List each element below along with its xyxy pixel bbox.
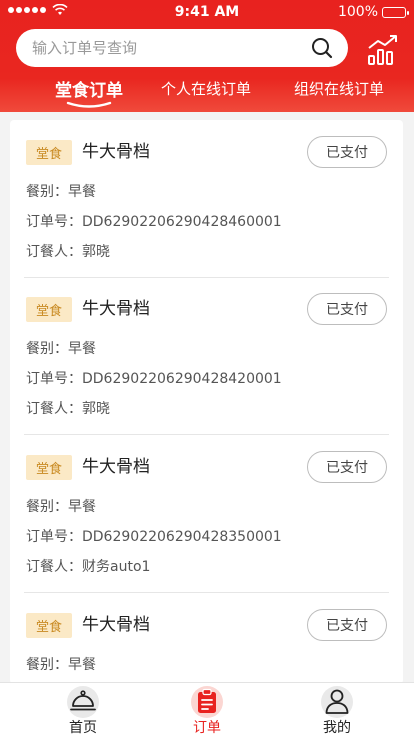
meal-value: 早餐 bbox=[68, 341, 96, 357]
orderer-row: 订餐人：财务auto1 bbox=[26, 556, 150, 576]
order-number-row: 订单号：DD62902206290428350001 bbox=[26, 526, 282, 546]
payment-status-button[interactable]: 已支付 bbox=[307, 451, 387, 483]
order-number-value: DD62902206290428350001 bbox=[82, 529, 282, 545]
tab-dine-in-orders[interactable]: 堂食订单 bbox=[55, 76, 123, 101]
meal-value: 早餐 bbox=[68, 184, 96, 200]
tab-personal-online-orders[interactable]: 个人在线订单 bbox=[161, 78, 251, 99]
order-card[interactable]: 堂食 牛大骨档 已支付 餐别：早餐 订单号：DD6290220629042842… bbox=[10, 277, 403, 435]
payment-status-button[interactable]: 已支付 bbox=[307, 293, 387, 325]
order-list: 堂食 牛大骨档 已支付 餐别：早餐 订单号：DD6290220629042846… bbox=[10, 120, 403, 684]
payment-status-button[interactable]: 已支付 bbox=[307, 136, 387, 168]
order-number-label: 订单号： bbox=[26, 371, 82, 387]
order-number-value: DD62902206290428460001 bbox=[82, 214, 282, 230]
nav-orders-label: 订单 bbox=[193, 720, 221, 736]
meal-row: 餐别：早餐 bbox=[26, 338, 96, 358]
order-type-tag: 堂食 bbox=[26, 140, 72, 165]
order-number-value: DD62902206290428420001 bbox=[82, 371, 282, 387]
store-name: 牛大骨档 bbox=[82, 142, 150, 162]
order-type-tag: 堂食 bbox=[26, 455, 72, 480]
nav-home[interactable]: 首页 bbox=[14, 683, 152, 736]
orderer-row: 订餐人：郭晓 bbox=[26, 241, 110, 261]
search-bar[interactable] bbox=[16, 29, 348, 67]
meal-value: 早餐 bbox=[68, 499, 96, 515]
orderer-value: 郭晓 bbox=[82, 244, 110, 260]
header: 9:41 AM 100% 堂食订单 个人在线订单 组织在线订单 bbox=[0, 0, 414, 112]
meal-label: 餐别： bbox=[26, 184, 68, 200]
tab-organization-online-orders[interactable]: 组织在线订单 bbox=[294, 78, 384, 99]
nav-profile[interactable]: 我的 bbox=[268, 683, 406, 736]
meal-row: 餐别：早餐 bbox=[26, 496, 96, 516]
orderer-value: 郭晓 bbox=[82, 401, 110, 417]
search-input[interactable] bbox=[32, 39, 310, 57]
active-tab-indicator bbox=[66, 101, 112, 108]
store-name: 牛大骨档 bbox=[82, 299, 150, 319]
nav-profile-label: 我的 bbox=[323, 720, 351, 736]
meal-row: 餐别：早餐 bbox=[26, 181, 96, 201]
orderer-label: 订餐人： bbox=[26, 559, 82, 575]
battery-icon bbox=[382, 6, 409, 18]
order-number-row: 订单号：DD62902206290428460001 bbox=[26, 211, 282, 231]
order-card[interactable]: 堂食 牛大骨档 已支付 餐别：早餐 订单号：DD6290220629042835… bbox=[10, 435, 403, 593]
battery-percent: 100% bbox=[337, 4, 378, 20]
meal-value: 早餐 bbox=[68, 657, 96, 673]
bottom-navigation: 首页 订单 我的 bbox=[0, 682, 414, 736]
orderer-label: 订餐人： bbox=[26, 244, 82, 260]
nav-home-label: 首页 bbox=[69, 720, 97, 736]
payment-status-button[interactable]: 已支付 bbox=[307, 609, 387, 641]
order-number-row: 订单号：DD62902206290428420001 bbox=[26, 368, 282, 388]
meal-label: 餐别： bbox=[26, 499, 68, 515]
store-name: 牛大骨档 bbox=[82, 457, 150, 477]
meal-label: 餐别： bbox=[26, 341, 68, 357]
order-number-label: 订单号： bbox=[26, 529, 82, 545]
orderer-label: 订餐人： bbox=[26, 401, 82, 417]
orderer-row: 订餐人：郭晓 bbox=[26, 398, 110, 418]
meal-label: 餐别： bbox=[26, 657, 68, 673]
status-bar: 9:41 AM 100% bbox=[0, 0, 414, 24]
clipboard-icon bbox=[198, 688, 216, 713]
meal-row: 餐别：早餐 bbox=[26, 654, 96, 674]
orderer-value: 财务auto1 bbox=[82, 559, 151, 575]
order-type-tag: 堂食 bbox=[26, 613, 72, 638]
order-number-label: 订单号： bbox=[26, 214, 82, 230]
order-card[interactable]: 堂食 牛大骨档 已支付 餐别：早餐 订单号：DD6290220629042846… bbox=[10, 120, 403, 278]
cloche-icon bbox=[70, 690, 96, 711]
order-card[interactable]: 堂食 牛大骨档 已支付 餐别：早餐 bbox=[10, 593, 403, 684]
search-icon[interactable] bbox=[310, 36, 334, 60]
order-tabs: 堂食订单 个人在线订单 组织在线订单 bbox=[0, 72, 414, 108]
statistics-chart-icon[interactable] bbox=[366, 32, 400, 66]
nav-orders[interactable]: 订单 bbox=[138, 683, 276, 736]
order-type-tag: 堂食 bbox=[26, 297, 72, 322]
user-icon bbox=[325, 689, 349, 714]
store-name: 牛大骨档 bbox=[82, 615, 150, 635]
